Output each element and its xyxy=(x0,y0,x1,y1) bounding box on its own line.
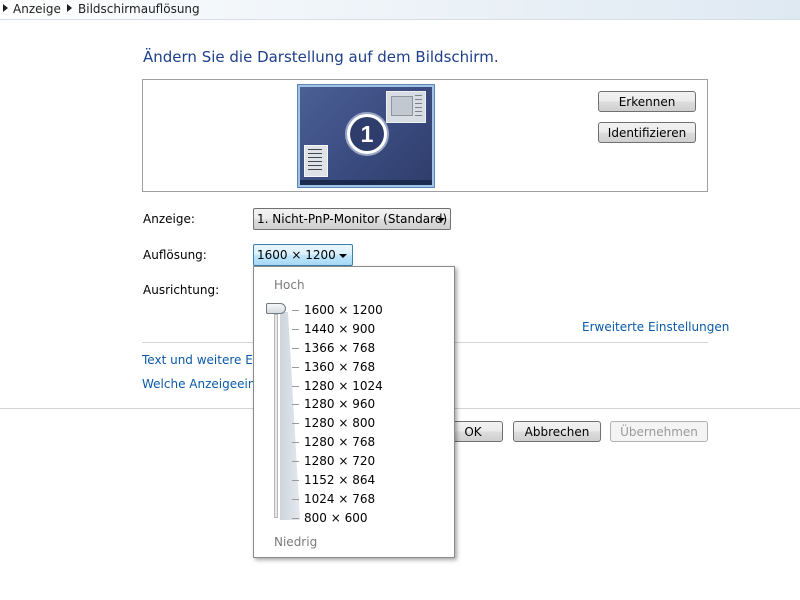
identify-button[interactable]: Identifizieren xyxy=(598,122,696,143)
page-title: Ändern Sie die Darstellung auf dem Bilds… xyxy=(143,48,499,66)
resolution-option[interactable]: 1280 × 800 xyxy=(288,414,448,433)
text-size-link[interactable]: Text und weitere Elen xyxy=(142,353,271,367)
resolution-options: 1600 × 1200 1440 × 900 1366 × 768 1360 ×… xyxy=(288,301,448,528)
chevron-down-icon xyxy=(437,218,445,222)
chevron-right-icon[interactable] xyxy=(3,4,8,12)
low-label: Niedrig xyxy=(274,535,318,549)
display-select-value: 1. Nicht-PnP-Monitor (Standard) xyxy=(257,212,448,226)
detect-button[interactable]: Erkennen xyxy=(598,91,696,112)
resolution-slider-thumb[interactable] xyxy=(266,303,286,314)
window-thumbnail-icon xyxy=(386,91,426,123)
resolution-option[interactable]: 1280 × 1024 xyxy=(288,377,448,396)
monitor-taskbar xyxy=(300,180,432,185)
resolution-option[interactable]: 1024 × 768 xyxy=(288,490,448,509)
cancel-button[interactable]: Abbrechen xyxy=(513,421,601,442)
breadcrumb: Anzeige Bildschirmauflösung xyxy=(0,0,800,20)
chevron-right-icon[interactable] xyxy=(67,4,72,12)
resolution-option[interactable]: 1440 × 900 xyxy=(288,320,448,339)
chevron-down-icon xyxy=(339,254,347,258)
resolution-option[interactable]: 1280 × 960 xyxy=(288,395,448,414)
resolution-option[interactable]: 1280 × 720 xyxy=(288,452,448,471)
resolution-option[interactable]: 1366 × 768 xyxy=(288,339,448,358)
resolution-option[interactable]: 1280 × 768 xyxy=(288,433,448,452)
advanced-settings-link[interactable]: Erweiterte Einstellungen xyxy=(582,320,729,334)
resolution-select[interactable]: 1600 × 1200 xyxy=(253,244,353,266)
apply-button[interactable]: Übernehmen xyxy=(610,421,708,442)
resolution-option[interactable]: 800 × 600 xyxy=(288,509,448,528)
orientation-label: Ausrichtung: xyxy=(143,283,220,297)
resolution-dropdown: Hoch 1600 × 1200 1440 × 900 1366 × 768 1… xyxy=(253,266,455,558)
breadcrumb-item-anzeige[interactable]: Anzeige xyxy=(13,2,61,16)
resolution-select-value: 1600 × 1200 xyxy=(257,248,336,262)
display-label: Anzeige: xyxy=(143,212,195,226)
resolution-option[interactable]: 1152 × 864 xyxy=(288,471,448,490)
document-thumbnail-icon xyxy=(304,145,328,177)
resolution-label: Auflösung: xyxy=(143,248,207,262)
resolution-option[interactable]: 1360 × 768 xyxy=(288,358,448,377)
high-label: Hoch xyxy=(274,278,305,292)
breadcrumb-item-resolution[interactable]: Bildschirmauflösung xyxy=(78,2,200,16)
monitor-number-badge: 1 xyxy=(345,112,389,156)
monitor-preview-area: 1 Erkennen Identifizieren xyxy=(142,79,708,192)
display-select[interactable]: 1. Nicht-PnP-Monitor (Standard) xyxy=(253,208,451,230)
resolution-option[interactable]: 1600 × 1200 xyxy=(288,301,448,320)
resolution-slider-track[interactable] xyxy=(274,314,278,518)
monitor-1[interactable]: 1 xyxy=(298,85,434,187)
